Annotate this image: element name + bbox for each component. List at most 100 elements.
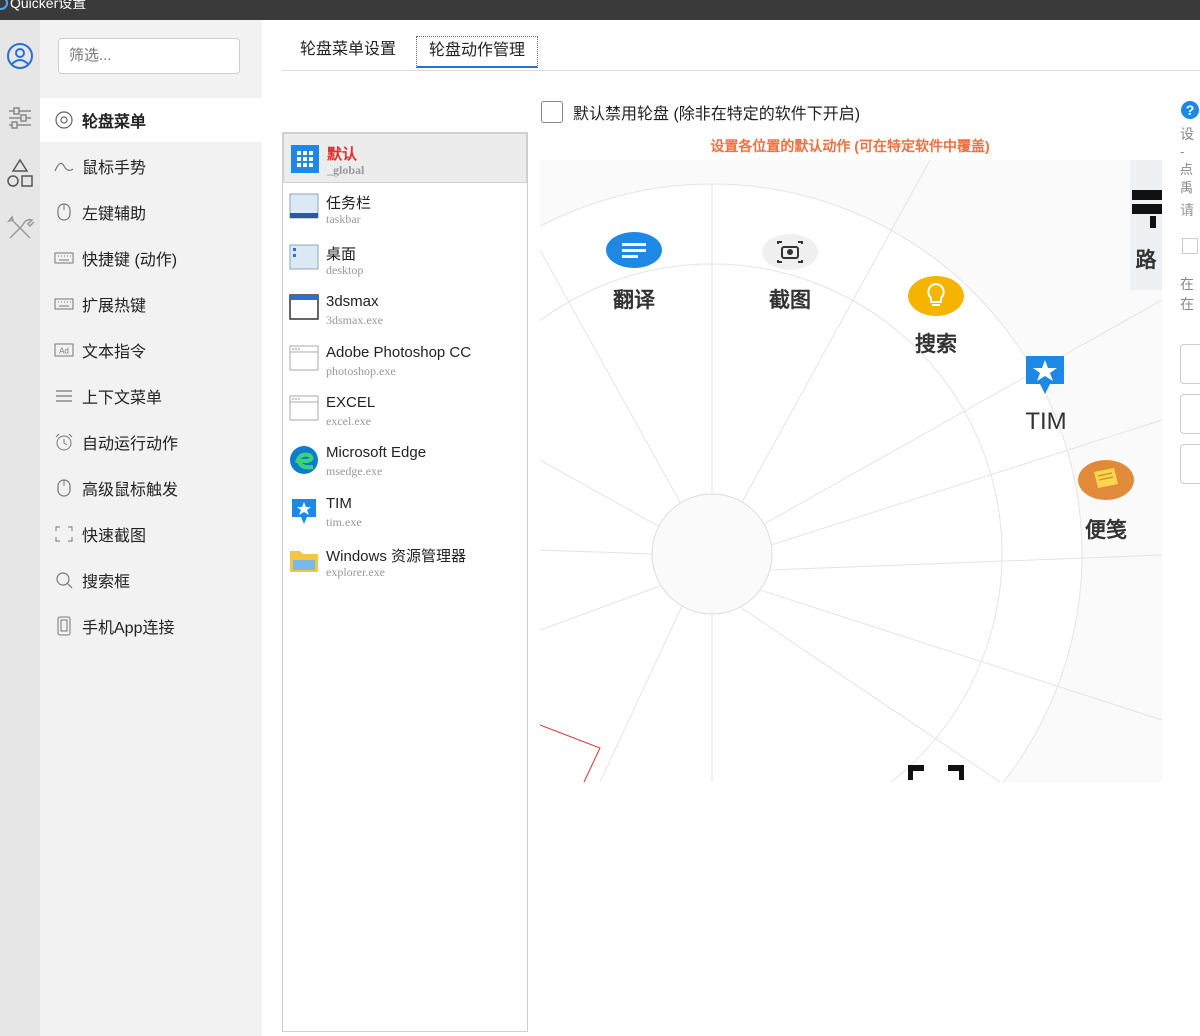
rail-settings-button[interactable] (0, 96, 40, 140)
app-name: 3dsmax (326, 293, 379, 311)
app-name: Adobe Photoshop CC (326, 343, 472, 361)
app-list-item[interactable]: EXCEL excel.exe (283, 385, 527, 435)
app-process-name: 3dsmax.exe (326, 313, 383, 328)
app-name: Windows 资源管理器 (326, 548, 467, 566)
sidebar-item-7[interactable]: 上下文菜单 (40, 374, 262, 418)
disable-wheel-checkbox[interactable] (541, 101, 563, 123)
tab-wheel-action-management[interactable]: 轮盘动作管理 (416, 36, 539, 68)
sidebar-item-9[interactable]: 高级鼠标触发 (40, 466, 262, 510)
tab-wheel-menu-settings[interactable]: 轮盘菜单设置 (288, 36, 408, 68)
tools-icon (6, 215, 34, 239)
circle-dot-icon (54, 110, 74, 130)
sidebar-item-8[interactable]: 自动运行动作 (40, 420, 262, 464)
right-panel-button[interactable] (1180, 344, 1200, 384)
sidebar-item-label: 鼠标手势 (82, 160, 147, 177)
app-list-item[interactable]: 桌面 desktop (283, 234, 527, 284)
title-bar: Quicker设置 (0, 0, 1200, 20)
sidebar-item-label: 上下文菜单 (82, 390, 163, 407)
app-list-item[interactable]: Microsoft Edge msedge.exe (283, 435, 527, 485)
app-process-name: _global (327, 163, 365, 177)
sidebar-item-1[interactable]: 轮盘菜单 (40, 98, 262, 142)
app-list-item[interactable]: 3dsmax 3dsmax.exe (283, 284, 527, 334)
sidebar-item-4[interactable]: 快捷键 (动作) (40, 236, 262, 280)
sliders-icon (9, 107, 31, 129)
screenshot-frame-icon (54, 524, 74, 544)
ad-text-icon: Ad (54, 340, 74, 360)
disable-wheel-label: 默认禁用轮盘 (除非在特定的软件下开启) (573, 106, 861, 123)
app-name: EXCEL (326, 394, 376, 411)
sidebar-item-label: 快捷键 (动作) (82, 252, 178, 269)
app-list-item[interactable]: 任务栏 taskbar (283, 183, 527, 233)
user-circle-icon (7, 43, 33, 69)
right-panel-line: 请 (1180, 202, 1194, 218)
sidebar-item-12[interactable]: 手机App连接 (40, 604, 262, 648)
right-panel-button[interactable] (1180, 394, 1200, 434)
rail-shapes-button[interactable] (0, 152, 40, 196)
wheel-action-screenshot[interactable]: 截图 (769, 284, 811, 314)
sidebar-item-label: 扩展热键 (82, 298, 147, 315)
icon-rail (0, 20, 40, 1036)
phone-icon (54, 616, 74, 636)
app-name: Microsoft Edge (326, 444, 427, 462)
app-list-item[interactable]: TIM tim.exe (283, 486, 527, 536)
app-process-name: photoshop.exe (326, 363, 396, 378)
sidebar-item-10[interactable]: 快速截图 (40, 512, 262, 556)
sidebar-item-5[interactable]: 扩展热键 (40, 282, 262, 326)
filter-input[interactable]: 筛选... (58, 38, 240, 74)
app-name: 任务栏 (326, 195, 372, 213)
screenshot-frame-icon (908, 765, 964, 780)
alarm-clock-icon (54, 432, 74, 452)
camera-icon (762, 234, 818, 270)
app-list: 默认 _global 任务栏 taskbar 桌面 desktop 3dsmax 3dsmax… (282, 132, 528, 1032)
rail-profile-button[interactable] (0, 34, 40, 78)
sidebar-item-label: 快速截图 (82, 528, 147, 545)
grid-icon (290, 144, 320, 173)
sidebar-item-3[interactable]: 左键辅助 (40, 190, 262, 234)
sidebar-item-label: 自动运行动作 (82, 436, 179, 453)
lightbulb-icon (908, 276, 964, 316)
sidebar-item-label: 轮盘菜单 (82, 114, 147, 131)
wheel-action-tim[interactable]: TIM (1025, 408, 1066, 436)
right-panel-line: 设 (1180, 126, 1194, 142)
app-window-icon (289, 345, 319, 373)
search-icon (54, 570, 74, 590)
sidebar-item-11[interactable]: 搜索框 (40, 558, 262, 602)
app-process-name: excel.exe (326, 414, 371, 428)
wheel-action-translate[interactable]: 翻译 (613, 284, 655, 314)
right-panel-checkbox[interactable] (1182, 238, 1198, 254)
svg-text:?: ? (1186, 102, 1195, 118)
right-panel-button[interactable] (1180, 444, 1200, 484)
keyboard-icon (54, 294, 74, 314)
gesture-wave-icon (54, 156, 74, 176)
keyboard-icon (54, 248, 74, 268)
wheel-hint-text: 设置各位置的默认动作 (可在特定软件中覆盖) (710, 138, 990, 154)
rail-tools-button[interactable] (0, 206, 40, 250)
app-process-name: msedge.exe (326, 464, 383, 479)
right-panel-line: 在 (1180, 276, 1194, 292)
tim-icon (289, 496, 319, 524)
disable-wheel-option[interactable]: 默认禁用轮盘 (除非在特定的软件下开启) (541, 100, 860, 124)
menu-lines-icon (54, 386, 74, 406)
sidebar-item-label: 高级鼠标触发 (82, 482, 179, 499)
app-list-item[interactable]: 默认 _global (283, 133, 527, 183)
tab-bar: 轮盘菜单设置 轮盘动作管理 (282, 30, 1200, 71)
sidebar-item-6[interactable]: Ad 文本指令 (40, 328, 262, 372)
router-icon (1132, 190, 1162, 228)
help-icon[interactable]: ? (1180, 100, 1200, 120)
wheel-action-sticky-note[interactable]: 便笺 (1085, 514, 1127, 544)
sidebar-item-2[interactable]: 鼠标手势 (40, 144, 262, 188)
app-list-item[interactable]: Windows 资源管理器 explorer.exe (283, 536, 527, 586)
wheel-action-search[interactable]: 搜索 (915, 328, 957, 358)
mouse-icon (54, 202, 74, 222)
app-process-name: tim.exe (326, 514, 362, 529)
window-title: Quicker设置 (10, 0, 87, 11)
sidebar-item-label: 搜索框 (82, 574, 131, 591)
quicker-logo-icon (0, 0, 8, 10)
svg-text:Ad: Ad (59, 347, 69, 356)
app-process-name: desktop (326, 262, 364, 277)
wheel-menu-canvas: 翻译 截图 搜索 TIM 便笺 路 (540, 160, 1162, 782)
app-list-item[interactable]: Adobe Photoshop CC photoshop.exe (283, 335, 527, 385)
window-icon (289, 294, 319, 322)
shapes-icon (7, 158, 33, 187)
wheel-action-router[interactable]: 路 (1136, 244, 1157, 274)
